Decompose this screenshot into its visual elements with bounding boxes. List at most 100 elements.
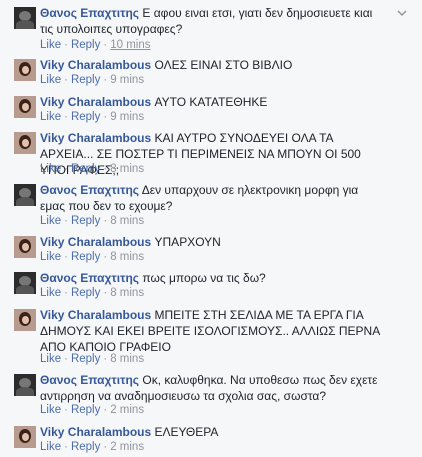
comment-timestamp[interactable]: 9 mins [110,111,144,123]
separator: · [64,111,68,123]
comment: Viky Charalambous ΑΥΤΟ ΚΑΤΑΤΕΘΗΚΕ Like · R… [14,94,414,126]
reply-link[interactable]: Reply [71,163,100,175]
comment-body: Viky Charalambous ΥΠΑΡΧΟΥΝ [40,234,386,250]
like-link[interactable]: Like [40,111,61,123]
comment-timestamp[interactable]: 9 mins [110,74,144,86]
comment-actions: Like · Reply · 8 mins [40,162,144,176]
separator: · [64,353,68,365]
separator: · [103,353,108,365]
comment-text: ΑΥΤΟ ΚΑΤΑΤΕΘΗΚΕ [154,95,268,109]
comment-body: Θανος Επαχτιτης πως μπορω να τις δω? [40,270,386,286]
reply-link[interactable]: Reply [71,215,100,227]
comment-body: Viky Charalambous ΕΛΕΥΘΕΡΑ [40,424,386,440]
comment-actions: Like · Reply · 8 mins [40,250,144,264]
comment-timestamp[interactable]: 8 mins [110,287,144,299]
comment-actions: Like · Reply · 9 mins [40,110,144,124]
like-link[interactable]: Like [40,39,61,51]
like-link[interactable]: Like [40,441,61,453]
reply-link[interactable]: Reply [71,74,100,86]
comment-author[interactable]: Viky Charalambous [40,95,151,109]
comment-text: ΟΛΕΣ ΕΙΝΑΙ ΣΤΟ ΒΙΒΛΙΟ [154,58,293,72]
like-link[interactable]: Like [40,287,61,299]
comment-timestamp[interactable]: 10 mins [110,39,150,51]
reply-link[interactable]: Reply [71,441,100,453]
comment-timestamp[interactable]: 8 mins [110,353,144,365]
comment: Θανος Επαχτιτης Ε αφου ειναι ετσι, γιατι… [14,5,414,53]
reply-link[interactable]: Reply [71,251,100,263]
comment-timestamp[interactable]: 8 mins [110,163,144,175]
comment-thread: Θανος Επαχτιτης Ε αφου ειναι ετσι, γιατι… [0,0,422,457]
like-link[interactable]: Like [40,163,61,175]
comment-body: Viky Charalambous ΜΠΕΙΤΕ ΣΤΗ ΣΕΛΙΔΑ ΜΕ Τ… [40,307,386,355]
comment-text: πως μπορω να τις δω? [142,271,266,285]
separator: · [64,441,68,453]
comment: Θανος Επαχτιτης Οκ, καλυφθηκα. Να υποθεσ… [14,372,414,420]
avatar[interactable] [14,309,36,331]
avatar[interactable] [14,272,36,294]
avatar[interactable] [14,184,36,206]
separator: · [64,163,68,175]
separator: · [64,251,68,263]
comment-text: ΕΛΕΥΘΕΡΑ [154,425,219,439]
separator: · [64,287,68,299]
comment-author[interactable]: Viky Charalambous [40,425,151,439]
separator: · [64,215,68,227]
like-link[interactable]: Like [40,404,61,416]
separator: · [64,74,68,86]
separator: · [64,404,68,416]
separator: · [103,251,108,263]
separator: · [103,74,108,86]
avatar[interactable] [14,426,36,448]
comment: Viky Charalambous ΜΠΕΙΤΕ ΣΤΗ ΣΕΛΙΔΑ ΜΕ Τ… [14,307,414,367]
reply-link[interactable]: Reply [71,353,100,365]
separator: · [103,215,108,227]
comment-timestamp[interactable]: 8 mins [110,251,144,263]
reply-link[interactable]: Reply [71,404,100,416]
comment-author[interactable]: Θανος Επαχτιτης [40,271,139,285]
comment: Θανος Επαχτιτης πως μπορω να τις δω? Lik… [14,270,414,302]
avatar[interactable] [14,96,36,118]
comment-author[interactable]: Θανος Επαχτιτης [40,183,139,197]
avatar[interactable] [14,132,36,154]
comment-actions: Like · Reply · 2 mins [40,440,144,454]
comment-actions: Like · Reply · 8 mins [40,286,144,300]
comment-author[interactable]: Viky Charalambous [40,131,151,145]
comment-timestamp[interactable]: 2 mins [110,404,144,416]
comment-actions: Like · Reply · 9 mins [40,73,144,87]
like-link[interactable]: Like [40,251,61,263]
like-link[interactable]: Like [40,353,61,365]
avatar[interactable] [14,59,36,81]
avatar[interactable] [14,374,36,396]
comment-body: Θανος Επαχτιτης Ε αφου ειναι ετσι, γιατι… [40,5,386,37]
comment-author[interactable]: Θανος Επαχτιτης [40,373,139,387]
chevron-down-icon[interactable] [397,8,407,18]
comment: Viky Charalambous ΚΑΙ ΑΥΤΡΟ ΣΥΝΟΔΕΥΕΙ ΟΛ… [14,130,414,178]
like-link[interactable]: Like [40,74,61,86]
reply-link[interactable]: Reply [71,39,100,51]
comment-timestamp[interactable]: 2 mins [110,441,144,453]
comment: Viky Charalambous ΥΠΑΡΧΟΥΝ Like · Reply · 8 … [14,234,414,266]
like-link[interactable]: Like [40,215,61,227]
avatar[interactable] [14,236,36,258]
comment-author[interactable]: Viky Charalambous [40,308,151,322]
comment-author[interactable]: Θανος Επαχτιτης [40,6,139,20]
comment-actions: Like · Reply · 10 mins [40,38,150,52]
separator: · [103,404,108,416]
reply-link[interactable]: Reply [71,287,100,299]
comment-actions: Like · Reply · 8 mins [40,214,144,228]
comment: Viky Charalambous ΕΛΕΥΘΕΡΑ Like · Reply · 2 … [14,424,414,456]
comment-body: Θανος Επαχτιτης Οκ, καλυφθηκα. Να υποθεσ… [40,372,386,404]
separator: · [103,111,108,123]
comment-text: ΥΠΑΡΧΟΥΝ [154,235,221,249]
avatar[interactable] [14,7,36,29]
reply-link[interactable]: Reply [71,111,100,123]
separator: · [103,287,108,299]
comment-author[interactable]: Viky Charalambous [40,58,151,72]
comment-timestamp[interactable]: 8 mins [110,215,144,227]
comment-author[interactable]: Viky Charalambous [40,235,151,249]
comment-body: Viky Charalambous ΑΥΤΟ ΚΑΤΑΤΕΘΗΚΕ [40,94,386,110]
comment-body: Viky Charalambous ΟΛΕΣ ΕΙΝΑΙ ΣΤΟ ΒΙΒΛΙΟ [40,57,386,73]
separator: · [103,163,108,175]
separator: · [103,441,108,453]
separator: · [64,39,68,51]
